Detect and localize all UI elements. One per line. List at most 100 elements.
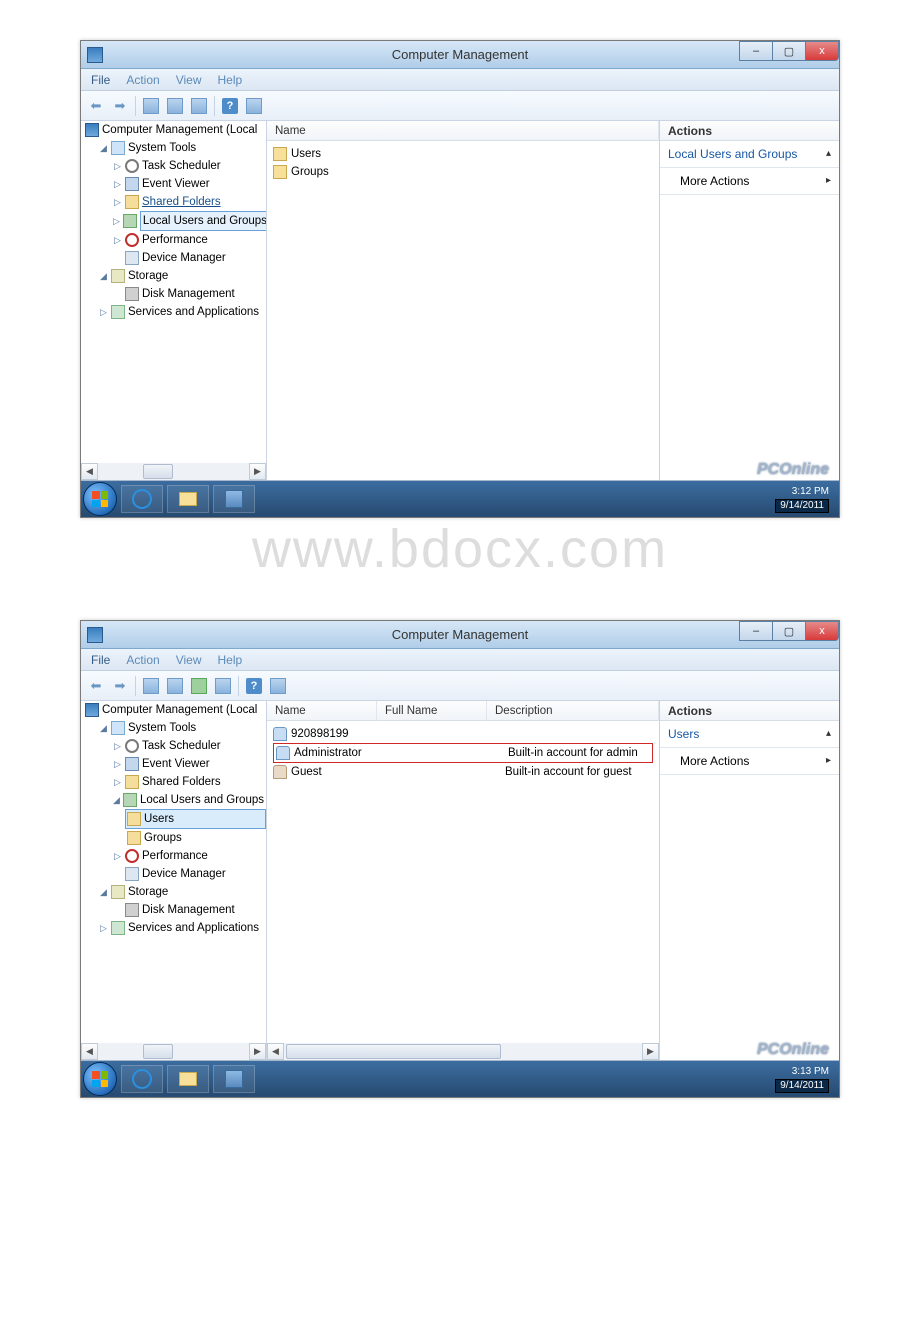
title-bar[interactable]: Computer Management – ▢ x xyxy=(81,621,839,649)
expander-icon[interactable]: ◢ xyxy=(99,719,108,737)
list-item[interactable]: Administrator Built-in account for admin xyxy=(273,743,653,763)
scroll-track[interactable] xyxy=(284,1043,642,1060)
forward-button[interactable]: ➡ xyxy=(109,95,131,117)
menu-view[interactable]: View xyxy=(168,653,210,667)
expander-icon[interactable]: ▷ xyxy=(113,847,122,865)
maximize-button[interactable]: ▢ xyxy=(772,41,806,61)
expander-icon[interactable]: ▷ xyxy=(113,755,122,773)
list-item[interactable]: Groups xyxy=(273,163,653,181)
toolbar-button-4[interactable] xyxy=(243,95,265,117)
taskbar-ie[interactable] xyxy=(121,485,163,513)
menu-help[interactable]: Help xyxy=(210,653,251,667)
start-button[interactable] xyxy=(83,482,117,516)
close-button[interactable]: x xyxy=(805,621,839,641)
actions-more[interactable]: More Actions▸ xyxy=(660,748,839,775)
tree-users[interactable]: Users xyxy=(125,809,266,829)
tree-groups[interactable]: Groups xyxy=(125,829,266,847)
scroll-thumb[interactable] xyxy=(143,1044,173,1059)
toolbar-button-4[interactable] xyxy=(267,675,289,697)
list-header[interactable]: Name Full Name Description xyxy=(267,701,659,721)
actions-more[interactable]: More Actions▸ xyxy=(660,168,839,195)
tree-storage[interactable]: ◢Storage Disk Management xyxy=(97,883,266,919)
maximize-button[interactable]: ▢ xyxy=(772,621,806,641)
expander-icon[interactable]: ◢ xyxy=(99,139,108,157)
system-tray[interactable]: 3:12 PM 9/14/2011 xyxy=(769,484,835,515)
help-button[interactable]: ? xyxy=(243,675,265,697)
expander-icon[interactable]: ▷ xyxy=(113,193,122,211)
col-description[interactable]: Description xyxy=(487,701,659,721)
list-item[interactable]: 920898199 xyxy=(273,725,653,743)
col-name[interactable]: Name xyxy=(267,121,659,141)
tree-task-scheduler[interactable]: ▷Task Scheduler xyxy=(111,157,266,175)
tree-system-tools[interactable]: ◢System Tools ▷Task Scheduler ▷Event Vie… xyxy=(97,719,266,883)
toolbar-button-1[interactable] xyxy=(140,95,162,117)
expander-icon[interactable]: ◢ xyxy=(99,267,108,285)
col-name[interactable]: Name xyxy=(267,701,377,721)
tree-disk-management[interactable]: Disk Management xyxy=(111,285,266,303)
minimize-button[interactable]: – xyxy=(739,621,773,641)
list-header[interactable]: Name xyxy=(267,121,659,141)
taskbar-explorer[interactable] xyxy=(167,1065,209,1093)
toolbar-button-2[interactable] xyxy=(164,95,186,117)
scroll-thumb[interactable] xyxy=(286,1044,501,1059)
expander-icon[interactable]: ▷ xyxy=(113,212,120,230)
expander-icon[interactable]: ◢ xyxy=(99,883,108,901)
list-scrollbar[interactable]: ◀ ▶ xyxy=(267,1043,659,1060)
tree-storage[interactable]: ◢Storage Disk Management xyxy=(97,267,266,303)
toolbar-button-1[interactable] xyxy=(140,675,162,697)
taskbar-mmc[interactable] xyxy=(213,1065,255,1093)
tree-device-manager[interactable]: Device Manager xyxy=(111,249,266,267)
menu-help[interactable]: Help xyxy=(210,73,251,87)
menu-file[interactable]: File xyxy=(83,73,118,87)
title-bar[interactable]: Computer Management – ▢ x xyxy=(81,41,839,69)
scroll-left-button[interactable]: ◀ xyxy=(267,1043,284,1060)
tree-services-apps[interactable]: ▷Services and Applications xyxy=(97,919,266,937)
tree-scrollbar[interactable]: ◀ ▶ xyxy=(81,1043,266,1060)
toolbar-button-3[interactable] xyxy=(212,675,234,697)
scroll-right-button[interactable]: ▶ xyxy=(249,463,266,480)
tree-local-users-groups[interactable]: ◢Local Users and Groups Users Groups xyxy=(111,791,266,847)
expander-icon[interactable]: ▷ xyxy=(99,303,108,321)
tree-scrollbar[interactable]: ◀ ▶ xyxy=(81,463,266,480)
system-tray[interactable]: 3:13 PM 9/14/2011 xyxy=(769,1064,835,1095)
tree-shared-folders[interactable]: ▷Shared Folders xyxy=(111,193,266,211)
start-button[interactable] xyxy=(83,1062,117,1096)
forward-button[interactable]: ➡ xyxy=(109,675,131,697)
actions-section[interactable]: Local Users and Groups▴ xyxy=(660,141,839,168)
expander-icon[interactable]: ▷ xyxy=(113,157,122,175)
taskbar-mmc[interactable] xyxy=(213,485,255,513)
toolbar-button-3[interactable] xyxy=(188,95,210,117)
scroll-track[interactable] xyxy=(98,1043,249,1060)
back-button[interactable]: ⬅ xyxy=(85,675,107,697)
tree-performance[interactable]: ▷Performance xyxy=(111,231,266,249)
tree-shared-folders[interactable]: ▷Shared Folders xyxy=(111,773,266,791)
expander-icon[interactable]: ▷ xyxy=(113,737,122,755)
scroll-right-button[interactable]: ▶ xyxy=(249,1043,266,1060)
tree-local-users-groups[interactable]: ▷Local Users and Groups xyxy=(111,211,266,231)
tree-system-tools[interactable]: ◢System Tools ▷Task Scheduler ▷Event Vie… xyxy=(97,139,266,267)
tree-task-scheduler[interactable]: ▷Task Scheduler xyxy=(111,737,266,755)
scroll-left-button[interactable]: ◀ xyxy=(81,463,98,480)
help-button[interactable]: ? xyxy=(219,95,241,117)
close-button[interactable]: x xyxy=(805,41,839,61)
expander-icon[interactable]: ◢ xyxy=(113,791,120,809)
expander-icon[interactable]: ▷ xyxy=(113,773,122,791)
taskbar-explorer[interactable] xyxy=(167,485,209,513)
tree-services-apps[interactable]: ▷Services and Applications xyxy=(97,303,266,321)
tree-event-viewer[interactable]: ▷Event Viewer xyxy=(111,175,266,193)
menu-action[interactable]: Action xyxy=(118,73,167,87)
minimize-button[interactable]: – xyxy=(739,41,773,61)
menu-view[interactable]: View xyxy=(168,73,210,87)
scroll-left-button[interactable]: ◀ xyxy=(81,1043,98,1060)
toolbar-refresh[interactable] xyxy=(188,675,210,697)
tree-disk-management[interactable]: Disk Management xyxy=(111,901,266,919)
list-item[interactable]: Guest Built-in account for guest xyxy=(273,763,653,781)
expander-icon[interactable]: ▷ xyxy=(99,919,108,937)
expander-icon[interactable]: ▷ xyxy=(113,231,122,249)
tree-performance[interactable]: ▷Performance xyxy=(111,847,266,865)
taskbar-ie[interactable] xyxy=(121,1065,163,1093)
tree-root[interactable]: Computer Management (Local ◢System Tools… xyxy=(83,701,266,937)
tree-event-viewer[interactable]: ▷Event Viewer xyxy=(111,755,266,773)
scroll-right-button[interactable]: ▶ xyxy=(642,1043,659,1060)
expander-icon[interactable]: ▷ xyxy=(113,175,122,193)
